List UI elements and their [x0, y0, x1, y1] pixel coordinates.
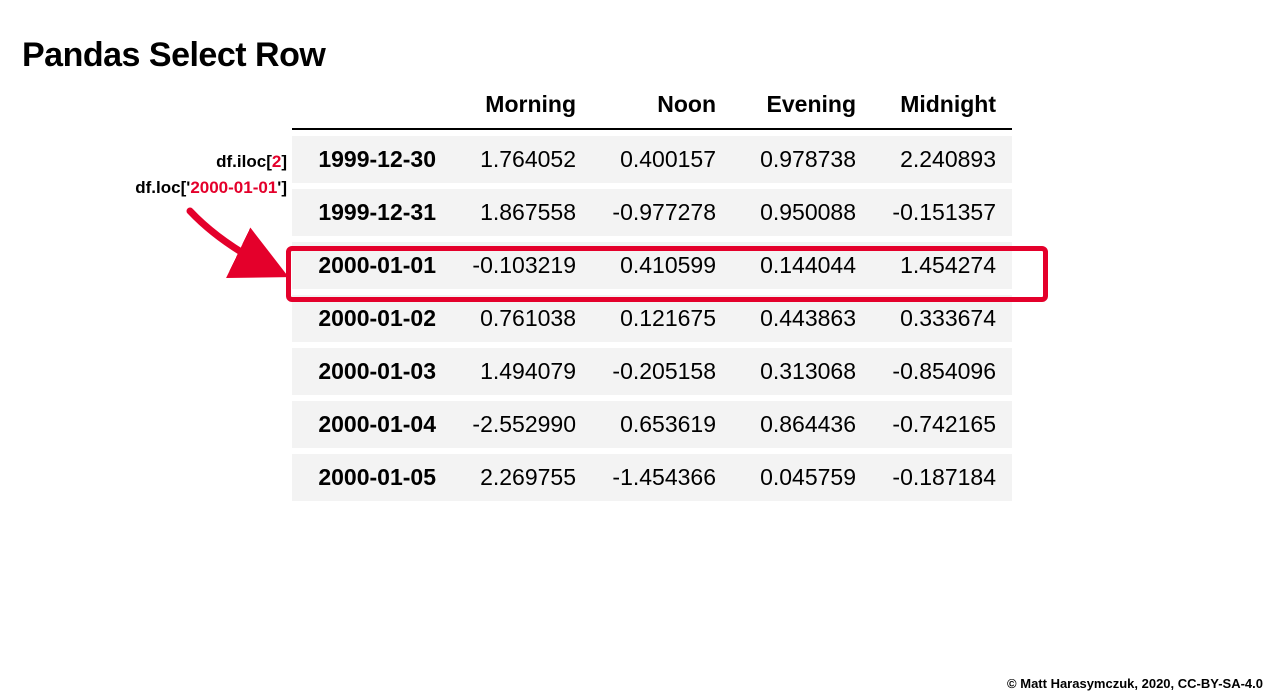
row-index: 1999-12-30 [292, 136, 452, 183]
cell: 0.410599 [592, 242, 732, 289]
col-header: Midnight [872, 81, 1012, 130]
table-row: 2000-01-01 -0.103219 0.410599 0.144044 1… [292, 242, 1012, 289]
cell: 0.121675 [592, 295, 732, 342]
iloc-code: df.iloc[2] [22, 149, 287, 175]
cell: 0.144044 [732, 242, 872, 289]
cell: -0.854096 [872, 348, 1012, 395]
cell: 0.950088 [732, 189, 872, 236]
row-index: 2000-01-02 [292, 295, 452, 342]
cell: 0.045759 [732, 454, 872, 501]
header-row: Morning Noon Evening Midnight [292, 81, 1012, 130]
cell: 0.443863 [732, 295, 872, 342]
cell: 0.313068 [732, 348, 872, 395]
cell: 0.761038 [452, 295, 592, 342]
table-row: 2000-01-05 2.269755 -1.454366 0.045759 -… [292, 454, 1012, 501]
cell: 0.864436 [732, 401, 872, 448]
cell: 2.240893 [872, 136, 1012, 183]
code-annotation: df.iloc[2] df.loc['2000-01-01'] [22, 149, 287, 200]
iloc-arg: 2 [272, 152, 281, 171]
cell: -0.977278 [592, 189, 732, 236]
iloc-prefix: df.iloc[ [216, 152, 272, 171]
cell: 0.653619 [592, 401, 732, 448]
cell: 0.333674 [872, 295, 1012, 342]
content-stage: df.iloc[2] df.loc['2000-01-01'] [22, 75, 1251, 635]
cell: 2.269755 [452, 454, 592, 501]
iloc-suffix: ] [281, 152, 287, 171]
col-header: Morning [452, 81, 592, 130]
loc-prefix: df.loc[' [135, 178, 190, 197]
arrow-icon [182, 205, 292, 285]
cell: -0.742165 [872, 401, 1012, 448]
cell: 1.454274 [872, 242, 1012, 289]
row-index: 2000-01-04 [292, 401, 452, 448]
loc-suffix: '] [277, 178, 287, 197]
slide-page: Pandas Select Row df.iloc[2] df.loc['200… [0, 0, 1273, 699]
cell: -2.552990 [452, 401, 592, 448]
cell: -0.151357 [872, 189, 1012, 236]
row-index: 2000-01-05 [292, 454, 452, 501]
cell: -0.187184 [872, 454, 1012, 501]
col-header: Evening [732, 81, 872, 130]
cell: 0.400157 [592, 136, 732, 183]
index-col-header [292, 81, 452, 130]
table-row: 2000-01-03 1.494079 -0.205158 0.313068 -… [292, 348, 1012, 395]
cell: 1.764052 [452, 136, 592, 183]
row-index: 1999-12-31 [292, 189, 452, 236]
table-row: 1999-12-31 1.867558 -0.977278 0.950088 -… [292, 189, 1012, 236]
table-row: 2000-01-04 -2.552990 0.653619 0.864436 -… [292, 401, 1012, 448]
loc-code: df.loc['2000-01-01'] [22, 175, 287, 201]
dataframe-table: Morning Noon Evening Midnight 1999-12-30… [292, 75, 1012, 507]
page-title: Pandas Select Row [22, 36, 1251, 75]
cell: 1.867558 [452, 189, 592, 236]
cell: 1.494079 [452, 348, 592, 395]
dataframe-table-wrap: Morning Noon Evening Midnight 1999-12-30… [292, 75, 1012, 507]
table-row: 2000-01-02 0.761038 0.121675 0.443863 0.… [292, 295, 1012, 342]
col-header: Noon [592, 81, 732, 130]
loc-arg: 2000-01-01 [190, 178, 277, 197]
cell: 0.978738 [732, 136, 872, 183]
copyright-text: © Matt Harasymczuk, 2020, CC-BY-SA-4.0 [1007, 676, 1263, 691]
cell: -0.205158 [592, 348, 732, 395]
cell: -1.454366 [592, 454, 732, 501]
cell: -0.103219 [452, 242, 592, 289]
row-index: 2000-01-01 [292, 242, 452, 289]
table-row: 1999-12-30 1.764052 0.400157 0.978738 2.… [292, 136, 1012, 183]
row-index: 2000-01-03 [292, 348, 452, 395]
